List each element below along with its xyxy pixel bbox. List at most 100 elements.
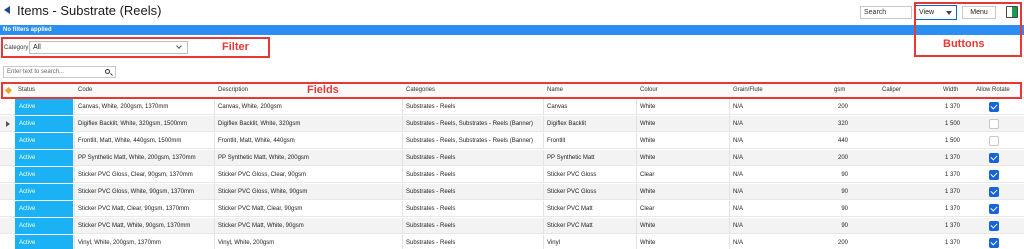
allow-rotate-checkbox[interactable] — [989, 102, 999, 112]
name-cell: Sticker PVC Matt — [547, 223, 593, 229]
width-cell: 1 500 — [944, 121, 960, 127]
column-divider — [214, 235, 215, 249]
text-search-placeholder: Enter text to search... — [7, 69, 65, 75]
name-cell: Vinyl — [547, 240, 560, 246]
colour-cell: White — [640, 223, 656, 229]
name-cell: Digiflex Backlit — [547, 121, 587, 127]
column-divider — [636, 133, 637, 149]
column-divider — [729, 201, 730, 217]
allow-rotate-checkbox[interactable] — [989, 204, 999, 214]
description-cell: PP Synthetic Matt, White, 200gsm — [218, 155, 309, 161]
column-divider — [729, 184, 730, 200]
column-divider — [214, 150, 215, 166]
description-cell: Vinyl, White, 200gsm — [218, 240, 275, 246]
grain-cell: N/A — [733, 240, 744, 246]
code-cell: Sticker PVC Gloss, White, 90gsm, 1370mm — [78, 189, 195, 195]
filter-status-bar: No filters applied — [0, 25, 1024, 35]
width-cell: 1 370 — [944, 172, 960, 178]
name-cell: Sticker PVC Gloss — [547, 172, 597, 178]
colour-cell: White — [640, 104, 656, 110]
column-divider — [402, 116, 403, 132]
allow-rotate-checkbox[interactable] — [989, 153, 999, 163]
search-icon[interactable] — [105, 69, 110, 74]
gsm-cell: 200 — [837, 104, 848, 110]
code-cell: Sticker PVC Gloss, Clear, 90gsm, 1370mm — [78, 172, 193, 178]
column-divider — [402, 235, 403, 249]
table-row[interactable]: Active Frontlit, Matt, White, 440gsm, 150… — [0, 133, 1024, 149]
column-divider — [636, 201, 637, 217]
status-cell: Active — [15, 201, 73, 217]
description-cell: Sticker PVC Matt, White, 90gsm — [218, 223, 304, 229]
buttons-annotation-label: Buttons — [943, 38, 985, 50]
column-divider — [543, 167, 544, 183]
column-divider — [636, 116, 637, 132]
column-divider — [543, 201, 544, 217]
grain-cell: N/A — [733, 206, 744, 212]
column-divider — [74, 167, 75, 183]
search-input[interactable]: Search — [860, 6, 912, 19]
table-row[interactable]: Active Sticker PVC Matt, White, 90gsm, 13… — [0, 218, 1024, 234]
categories-cell: Substrates - Reels — [406, 172, 456, 178]
column-divider — [636, 150, 637, 166]
column-divider — [729, 167, 730, 183]
column-divider — [214, 167, 215, 183]
column-divider — [214, 184, 215, 200]
text-search-input[interactable]: Enter text to search... — [3, 66, 116, 78]
table-row[interactable]: Active Canvas, White, 200gsm, 1370mm Canva… — [0, 99, 1024, 115]
allow-rotate-checkbox[interactable] — [989, 136, 999, 146]
name-cell: Sticker PVC Matt — [547, 206, 593, 212]
grain-cell: N/A — [733, 121, 744, 127]
gsm-cell: 90 — [841, 189, 848, 195]
allow-rotate-checkbox[interactable] — [989, 187, 999, 197]
code-cell: Frontlit, Matt, White, 440gsm, 1500mm — [78, 138, 182, 144]
back-arrow-icon[interactable] — [4, 6, 10, 14]
expand-row-icon[interactable] — [6, 121, 10, 127]
column-divider — [636, 99, 637, 115]
title-bar: Items - Substrate (Reels) Search View Me… — [0, 0, 1024, 25]
table-row[interactable]: Active Sticker PVC Gloss, White, 90gsm, 1… — [0, 184, 1024, 200]
categories-cell: Substrates - Reels — [406, 189, 456, 195]
code-cell: Sticker PVC Matt, Clear, 90gsm, 1370mm — [78, 206, 190, 212]
status-cell: Active — [15, 184, 73, 200]
gsm-cell: 200 — [837, 155, 848, 161]
allow-rotate-checkbox[interactable] — [989, 221, 999, 231]
gsm-cell: 90 — [841, 206, 848, 212]
allow-rotate-checkbox[interactable] — [989, 119, 999, 129]
grain-cell: N/A — [733, 223, 744, 229]
width-cell: 1 370 — [944, 206, 960, 212]
column-divider — [214, 218, 215, 234]
status-cell: Active — [15, 235, 73, 249]
name-cell: Canvas — [547, 104, 568, 110]
categories-cell: Substrates - Reels — [406, 223, 456, 229]
table-row[interactable]: Active Sticker PVC Matt, Clear, 90gsm, 13… — [0, 201, 1024, 217]
categories-cell: Substrates - Reels — [406, 240, 456, 246]
code-cell: Digiflex Backlit, White, 320gsm, 1500mm — [78, 121, 188, 127]
column-divider — [729, 133, 730, 149]
column-divider — [74, 201, 75, 217]
description-cell: Sticker PVC Matt, Clear, 90gsm — [218, 206, 303, 212]
column-divider — [74, 99, 75, 115]
code-cell: Sticker PVC Matt, White, 90gsm, 1370mm — [78, 223, 191, 229]
fields-annotation-label: Fields — [307, 84, 339, 96]
status-cell: Active — [15, 99, 73, 115]
column-divider — [74, 184, 75, 200]
allow-rotate-checkbox[interactable] — [989, 238, 999, 248]
column-divider — [74, 150, 75, 166]
fields-annotation-box — [1, 82, 1022, 99]
page-title: Items - Substrate (Reels) — [17, 3, 162, 18]
gsm-cell: 200 — [837, 240, 848, 246]
column-divider — [402, 99, 403, 115]
column-divider — [74, 133, 75, 149]
column-divider — [729, 235, 730, 249]
gsm-cell: 90 — [841, 223, 848, 229]
column-divider — [402, 184, 403, 200]
categories-cell: Substrates - Reels — [406, 206, 456, 212]
table-row[interactable]: Active Vinyl, White, 200gsm, 1370mm Vinyl,… — [0, 235, 1024, 249]
colour-cell: White — [640, 189, 656, 195]
allow-rotate-checkbox[interactable] — [989, 170, 999, 180]
table-row[interactable]: Active Digiflex Backlit, White, 320gsm, 1… — [0, 116, 1024, 132]
column-divider — [543, 218, 544, 234]
column-divider — [74, 218, 75, 234]
table-row[interactable]: Active Sticker PVC Gloss, Clear, 90gsm, 1… — [0, 167, 1024, 183]
table-row[interactable]: Active PP Synthetic Matt, White, 200gsm, … — [0, 150, 1024, 166]
